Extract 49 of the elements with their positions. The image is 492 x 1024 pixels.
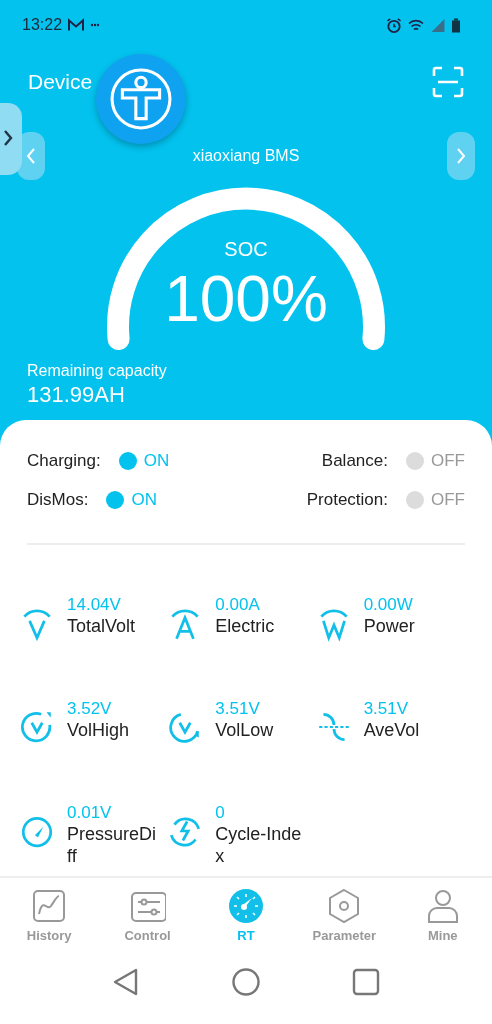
home-button[interactable]: [231, 967, 261, 997]
metric-value: 3.51V: [363, 699, 410, 719]
metric-value: 3.52V: [67, 699, 113, 719]
floating-button[interactable]: [96, 54, 186, 144]
chart-icon: [31, 888, 68, 924]
switch-label: Balance:: [321, 451, 388, 471]
status-text: OFF: [431, 490, 465, 510]
metric-value: 0.01V: [67, 803, 113, 823]
switch-label: Charging:: [27, 451, 101, 471]
status-text: ON: [131, 490, 157, 510]
metric-value: 0: [215, 803, 226, 823]
status-text: OFF: [431, 451, 465, 471]
tab[interactable]: Mine: [397, 888, 488, 952]
status-text: ON: [143, 451, 170, 471]
person-icon: [110, 68, 172, 130]
switch-label: Protection:: [306, 490, 388, 510]
side-drawer-handle[interactable]: [0, 103, 22, 175]
metric-label: Power: [363, 615, 416, 637]
gauge-label: SOC: [224, 238, 268, 261]
metric-value: 0.00A: [215, 595, 261, 615]
tab[interactable]: Parameter: [299, 888, 390, 952]
battery-icon: [452, 17, 460, 33]
metric-value: 0.00W: [363, 595, 414, 615]
metric-value: 3.51V: [215, 699, 261, 719]
recents-button[interactable]: [351, 967, 381, 997]
status-time: 13:22: [22, 16, 63, 34]
metric-label: VolHigh: [67, 719, 131, 741]
metric-label: VolLow: [215, 719, 275, 741]
signal-icon: [430, 17, 446, 33]
gauge-reading: 100%: [164, 263, 328, 335]
wifi-icon: [408, 17, 424, 33]
tab[interactable]: History: [4, 888, 95, 952]
metric-label: Cycle-Index: [215, 823, 303, 867]
metric-label: PressureDiff: [67, 823, 158, 867]
mail-icon: [68, 17, 85, 33]
switch-label: DisMos:: [27, 490, 89, 510]
metric-label: AveVol: [363, 719, 421, 741]
tab[interactable]: Control: [102, 888, 193, 952]
metric-label: TotalVolt: [67, 615, 137, 637]
capacity-value: 131.99AH: [27, 382, 126, 408]
device-name: xiaoxiang BMS: [192, 147, 300, 165]
more-icon: [90, 23, 101, 27]
metric-value: 14.04V: [67, 595, 122, 615]
alarm-icon: [386, 17, 402, 33]
tab[interactable]: RT: [200, 888, 291, 952]
capacity-label: Remaining capacity: [27, 362, 168, 380]
metric-label: Electric: [215, 615, 276, 637]
speedometer-icon: [227, 888, 264, 924]
device-list-link[interactable]: Device: [28, 70, 93, 94]
